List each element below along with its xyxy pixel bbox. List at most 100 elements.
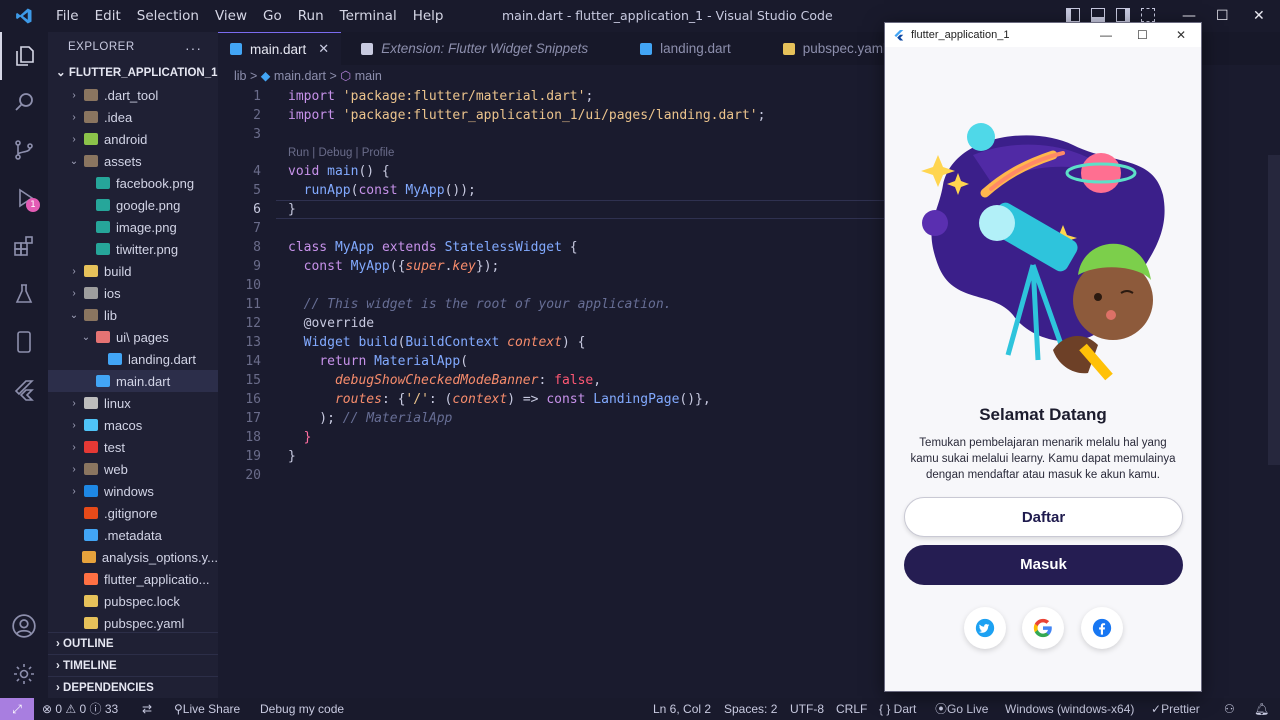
tree-item-label: ios bbox=[104, 285, 121, 301]
login-button[interactable]: Masuk bbox=[904, 545, 1183, 585]
tree-item[interactable]: google.png bbox=[48, 194, 218, 216]
tree-item[interactable]: › .idea bbox=[48, 106, 218, 128]
accounts-icon[interactable]: ⚇ bbox=[1224, 698, 1235, 720]
toggle-panel-icon[interactable] bbox=[1091, 8, 1105, 22]
flutter-icon[interactable] bbox=[0, 366, 48, 414]
go-live-button[interactable]: ⦿ Go Live bbox=[935, 698, 988, 720]
menu-selection[interactable]: Selection bbox=[129, 0, 207, 32]
menu-edit[interactable]: Edit bbox=[87, 0, 129, 32]
facebook-login-button[interactable] bbox=[1081, 607, 1123, 649]
tree-item[interactable]: facebook.png bbox=[48, 172, 218, 194]
codelens-run-debug[interactable]: Run | Debug | Profile bbox=[218, 144, 886, 162]
breadcrumb-file[interactable]: main.dart bbox=[274, 69, 326, 83]
tab-main-dart[interactable]: main.dart ✕ bbox=[218, 32, 342, 65]
cursor-position[interactable]: Ln 6, Col 2 bbox=[653, 698, 711, 720]
facebook-icon bbox=[1092, 618, 1112, 638]
tree-item[interactable]: ⌄ assets bbox=[48, 150, 218, 172]
code-line: 3 bbox=[253, 127, 261, 142]
tree-item[interactable]: › android bbox=[48, 128, 218, 150]
tree-item[interactable]: ⌄ ui\ pages bbox=[48, 326, 218, 348]
tree-item[interactable]: main.dart bbox=[48, 370, 218, 392]
notifications-bell-icon[interactable]: 🔔︎ bbox=[1254, 698, 1269, 720]
menu-help[interactable]: Help bbox=[405, 0, 452, 32]
tab-extension-flutter-widget-snippets[interactable]: Extension: Flutter Widget Snippets bbox=[341, 32, 600, 65]
app-maximize-button[interactable]: ☐ bbox=[1137, 23, 1148, 47]
tree-item[interactable]: › .dart_tool bbox=[48, 84, 218, 106]
prettier-status[interactable]: ✓ Prettier bbox=[1151, 698, 1200, 720]
tab-landing-dart[interactable]: landing.dart bbox=[600, 32, 743, 65]
breadcrumb-symbol[interactable]: main bbox=[355, 69, 382, 83]
tree-item[interactable]: pubspec.lock bbox=[48, 590, 218, 612]
toggle-sidebar-icon[interactable] bbox=[1066, 8, 1080, 22]
problems-indicator[interactable]: ⊗ 0 ⚠ 0 ⓘ 33 bbox=[42, 698, 118, 720]
chevron-down-icon: ⌄ bbox=[69, 155, 79, 167]
tree-item[interactable]: › linux bbox=[48, 392, 218, 414]
tree-item[interactable]: .gitignore bbox=[48, 502, 218, 524]
run-debug-icon[interactable]: 1 bbox=[0, 174, 48, 222]
register-button[interactable]: Daftar bbox=[904, 497, 1183, 537]
customize-layout-icon[interactable] bbox=[1141, 8, 1155, 22]
timeline-section[interactable]: › TIMELINE bbox=[48, 654, 218, 676]
menu-go[interactable]: Go bbox=[255, 0, 290, 32]
tree-item[interactable]: analysis_options.y... bbox=[48, 546, 218, 568]
tree-item[interactable]: › macos bbox=[48, 414, 218, 436]
device-icon[interactable] bbox=[0, 318, 48, 366]
toggle-secondary-sidebar-icon[interactable] bbox=[1116, 8, 1130, 22]
close-button[interactable]: ✕ bbox=[1253, 0, 1265, 32]
menu-view[interactable]: View bbox=[207, 0, 255, 32]
breadcrumb-folder[interactable]: lib bbox=[234, 69, 247, 83]
encoding[interactable]: UTF-8 bbox=[790, 698, 824, 720]
tree-item[interactable]: › web bbox=[48, 458, 218, 480]
maximize-button[interactable]: ☐ bbox=[1216, 0, 1229, 32]
app-close-button[interactable]: ✕ bbox=[1176, 23, 1186, 47]
code-line: 2 import 'package:flutter_application_1/u… bbox=[253, 108, 766, 123]
dependencies-section[interactable]: › DEPENDENCIES bbox=[48, 676, 218, 698]
menu-file[interactable]: File bbox=[48, 0, 87, 32]
live-share-icon[interactable]: ⇄ bbox=[142, 698, 152, 720]
flutter-app-window: flutter_application_1 — ☐ ✕ Selamat Data… bbox=[884, 22, 1202, 692]
account-icon[interactable] bbox=[0, 602, 48, 650]
debug-status[interactable]: Debug my code bbox=[260, 698, 344, 720]
extensions-icon[interactable] bbox=[0, 222, 48, 270]
twitter-login-button[interactable] bbox=[964, 607, 1006, 649]
overview-ruler[interactable] bbox=[1268, 155, 1280, 465]
menu-run[interactable]: Run bbox=[290, 0, 332, 32]
explorer-icon[interactable] bbox=[0, 32, 48, 80]
live-share-button[interactable]: ⚲ Live Share bbox=[174, 698, 240, 720]
language-mode[interactable]: { } Dart bbox=[879, 698, 916, 720]
project-root[interactable]: ⌄ FLUTTER_APPLICATION_1 bbox=[48, 62, 218, 84]
tree-item[interactable]: .metadata bbox=[48, 524, 218, 546]
tab-pubspec-yaml[interactable]: pubspec.yaml bbox=[743, 32, 898, 65]
tree-item[interactable]: ⌄ lib bbox=[48, 304, 218, 326]
flutter-device[interactable]: Windows (windows-x64) bbox=[1005, 698, 1134, 720]
tree-item[interactable]: › windows bbox=[48, 480, 218, 502]
tree-item[interactable]: flutter_applicatio... bbox=[48, 568, 218, 590]
tree-item[interactable]: tiwitter.png bbox=[48, 238, 218, 260]
tree-item[interactable]: › test bbox=[48, 436, 218, 458]
file-icon bbox=[361, 42, 374, 55]
more-actions-icon[interactable]: ··· bbox=[185, 40, 202, 56]
close-icon[interactable]: ✕ bbox=[318, 41, 329, 57]
tree-item[interactable]: landing.dart bbox=[48, 348, 218, 370]
file-icon bbox=[230, 43, 242, 55]
remote-indicator[interactable]: ⤢ bbox=[0, 698, 34, 720]
tree-item[interactable]: pubspec.yaml bbox=[48, 612, 218, 634]
indentation[interactable]: Spaces: 2 bbox=[724, 698, 777, 720]
code-line: 5 runApp(const MyApp()); bbox=[253, 183, 476, 198]
source-control-icon[interactable] bbox=[0, 126, 48, 174]
google-login-button[interactable] bbox=[1022, 607, 1064, 649]
testing-icon[interactable] bbox=[0, 270, 48, 318]
menu-terminal[interactable]: Terminal bbox=[332, 0, 405, 32]
tree-item[interactable]: › ios bbox=[48, 282, 218, 304]
folder-icon bbox=[84, 155, 98, 167]
tree-item[interactable]: image.png bbox=[48, 216, 218, 238]
tree-item[interactable]: › build bbox=[48, 260, 218, 282]
chevron-right-icon: › bbox=[72, 133, 76, 145]
flutter-logo-icon bbox=[894, 30, 904, 41]
outline-section[interactable]: › OUTLINE bbox=[48, 632, 218, 654]
search-icon[interactable] bbox=[0, 78, 48, 126]
end-of-line[interactable]: CRLF bbox=[836, 698, 867, 720]
settings-gear-icon[interactable] bbox=[0, 650, 48, 698]
app-minimize-button[interactable]: — bbox=[1100, 23, 1112, 47]
code-editor[interactable]: 1 import 'package:flutter/material.dart';… bbox=[218, 87, 886, 485]
